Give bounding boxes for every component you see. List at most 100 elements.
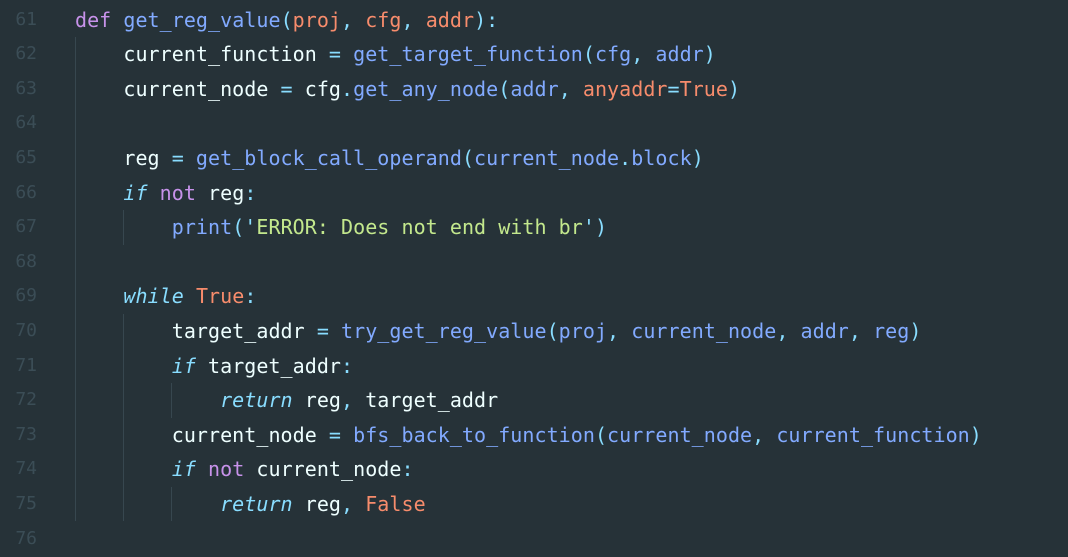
code-token: proj bbox=[558, 318, 608, 343]
code-line[interactable]: 68 bbox=[0, 245, 1068, 280]
code-token: target_addr bbox=[75, 318, 305, 343]
code-line[interactable]: 70 target_addr = try_get_reg_value(proj,… bbox=[0, 314, 1068, 349]
code-token: current_node bbox=[75, 76, 269, 101]
code-token: = bbox=[316, 42, 354, 67]
code-token: ( bbox=[582, 42, 595, 67]
code-token: True bbox=[195, 284, 245, 309]
code-token: ) bbox=[691, 145, 704, 170]
code-token: cfg bbox=[365, 7, 402, 32]
code-token: ERROR: Does not end with br bbox=[256, 215, 583, 240]
code-token: def bbox=[75, 7, 112, 32]
code-token: proj bbox=[292, 7, 342, 32]
code-token: ' bbox=[244, 215, 257, 240]
code-token: , bbox=[341, 491, 366, 516]
line-number: 73 bbox=[15, 423, 37, 445]
code-token: , bbox=[558, 76, 583, 101]
code-token: current_node bbox=[607, 422, 753, 447]
code-token: if bbox=[123, 180, 148, 205]
code-line[interactable]: 76 bbox=[0, 522, 1068, 557]
code-line[interactable]: 72 return reg, target_addr bbox=[0, 383, 1068, 418]
code-line[interactable]: 71 if target_addr: bbox=[0, 349, 1068, 384]
code-line[interactable]: 64 bbox=[0, 106, 1068, 141]
line-number: 61 bbox=[15, 8, 37, 30]
code-line[interactable]: 61 def get_reg_value(proj, cfg, addr): bbox=[0, 3, 1068, 38]
line-code[interactable]: if target_addr: bbox=[75, 349, 353, 384]
code-line[interactable]: 65 reg = get_block_call_operand(current_… bbox=[0, 141, 1068, 176]
code-token: : bbox=[341, 353, 354, 378]
code-token: print bbox=[171, 215, 233, 240]
code-token: ) bbox=[594, 215, 608, 240]
code-line[interactable]: 74 if not current_node: bbox=[0, 452, 1068, 487]
code-token: current_function bbox=[776, 422, 970, 447]
code-token: = bbox=[159, 145, 196, 170]
code-token: target_addr bbox=[195, 353, 342, 378]
code-token: current_node bbox=[474, 145, 620, 170]
code-line[interactable]: 63 current_node = cfg.get_any_node(addr,… bbox=[0, 72, 1068, 107]
code-token: . bbox=[341, 76, 354, 101]
line-number: 75 bbox=[15, 492, 37, 514]
code-token: : bbox=[244, 284, 257, 309]
line-code[interactable]: return reg, target_addr bbox=[75, 383, 498, 418]
code-token: = bbox=[667, 76, 680, 101]
code-line[interactable]: 73 current_node = bfs_back_to_function(c… bbox=[0, 418, 1068, 453]
code-line[interactable]: 69 while True: bbox=[0, 279, 1068, 314]
code-token: reg bbox=[292, 388, 342, 413]
line-number: 71 bbox=[15, 354, 37, 376]
code-line[interactable]: 67 print('ERROR: Does not end with br') bbox=[0, 210, 1068, 245]
code-token: cfg bbox=[304, 76, 342, 101]
code-line[interactable]: 66 if not reg: bbox=[0, 176, 1068, 211]
line-number: 63 bbox=[15, 77, 37, 99]
code-token: reg bbox=[195, 180, 245, 205]
code-token: , bbox=[607, 318, 632, 343]
code-token: : bbox=[244, 180, 257, 205]
code-token: ( bbox=[498, 76, 511, 101]
code-token: ) bbox=[909, 318, 922, 343]
code-token: ( bbox=[232, 215, 245, 240]
code-line[interactable]: 75 return reg, False bbox=[0, 487, 1068, 522]
line-code[interactable]: return reg, False bbox=[75, 487, 426, 522]
code-token: , bbox=[848, 318, 874, 343]
line-number: 65 bbox=[15, 146, 37, 168]
code-token: ( bbox=[280, 7, 293, 32]
line-code[interactable]: target_addr = try_get_reg_value(proj, cu… bbox=[75, 314, 922, 349]
code-token: , bbox=[752, 422, 777, 447]
line-code[interactable]: print('ERROR: Does not end with br') bbox=[75, 210, 607, 245]
line-code[interactable]: current_function = get_target_function(c… bbox=[75, 37, 716, 72]
line-code[interactable]: if not reg: bbox=[75, 176, 256, 211]
line-number: 70 bbox=[15, 319, 37, 341]
code-token: ) bbox=[703, 42, 716, 67]
code-token: addr bbox=[510, 76, 559, 101]
code-token: addr bbox=[655, 42, 704, 67]
code-token: not bbox=[159, 180, 196, 205]
code-token: ' bbox=[582, 215, 595, 240]
line-number: 74 bbox=[15, 458, 37, 480]
code-line[interactable]: 62 current_function = get_target_functio… bbox=[0, 37, 1068, 72]
line-code[interactable]: while True: bbox=[75, 279, 256, 314]
code-token: reg bbox=[75, 145, 160, 170]
line-code[interactable]: current_node = cfg.get_any_node(addr, an… bbox=[75, 72, 740, 107]
line-code[interactable]: current_node = bfs_back_to_function(curr… bbox=[75, 418, 982, 453]
line-code[interactable]: if not current_node: bbox=[75, 452, 414, 487]
code-token: block bbox=[631, 145, 692, 170]
line-number: 68 bbox=[15, 250, 37, 272]
code-token: target_addr bbox=[365, 388, 499, 413]
code-token: ( bbox=[594, 422, 608, 447]
line-code[interactable]: def get_reg_value(proj, cfg, addr): bbox=[75, 3, 498, 38]
code-token: return bbox=[220, 491, 293, 516]
code-token: , bbox=[341, 7, 366, 32]
code-editor[interactable]: 61 def get_reg_value(proj, cfg, addr): 62 … bbox=[0, 0, 1068, 557]
line-number: 62 bbox=[15, 43, 37, 65]
line-code[interactable]: reg = get_block_call_operand(current_nod… bbox=[75, 141, 704, 176]
code-token: . bbox=[619, 145, 632, 170]
code-token: current_node bbox=[75, 422, 317, 447]
code-token: ( bbox=[461, 145, 475, 170]
